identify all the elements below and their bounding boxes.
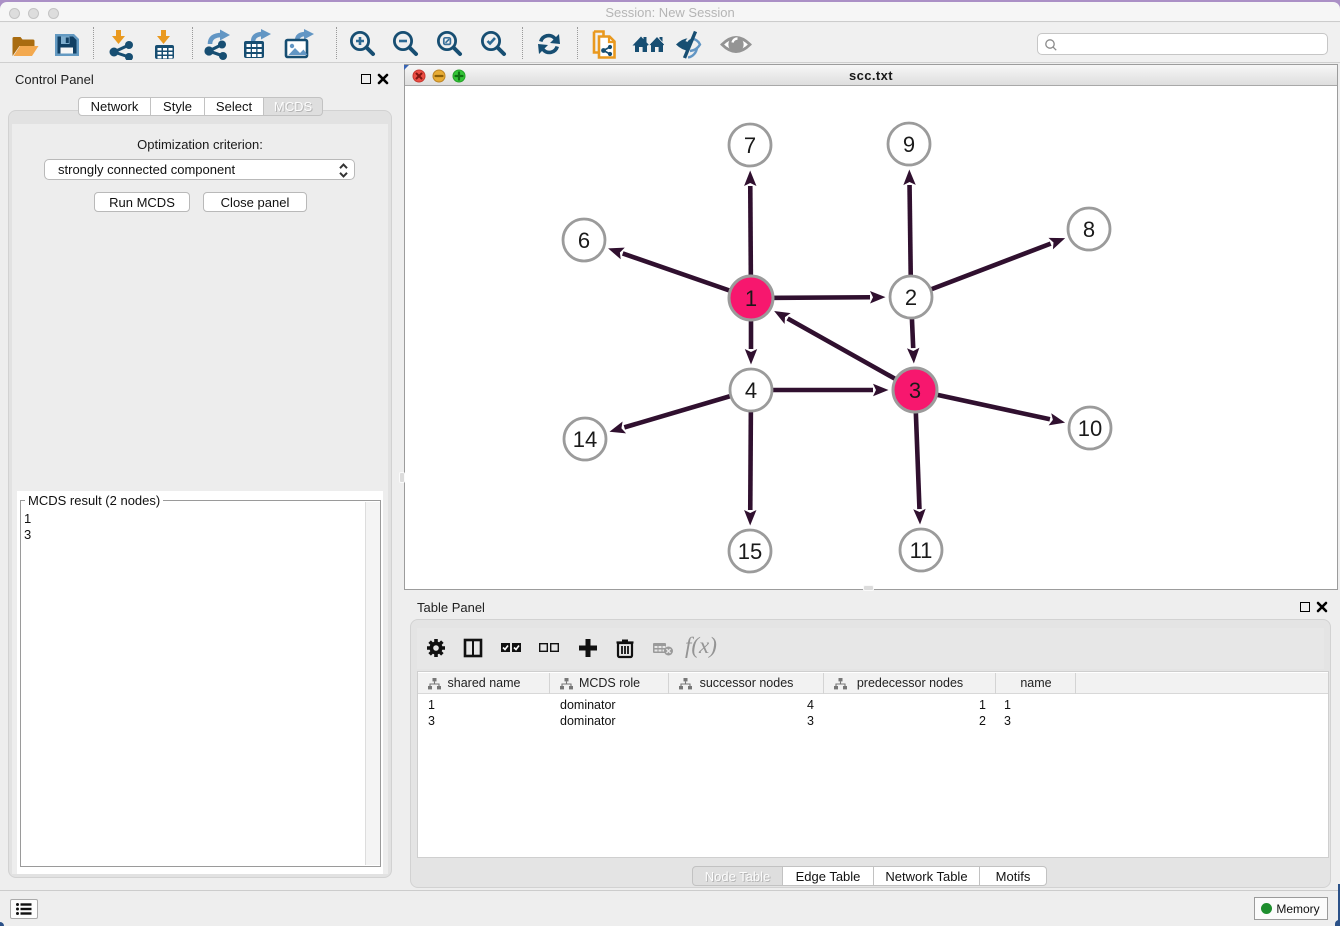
svg-text:8: 8 (1083, 217, 1095, 242)
svg-text:9: 9 (903, 132, 915, 157)
svg-text:14: 14 (573, 427, 597, 452)
svg-text:3: 3 (909, 378, 921, 403)
svg-text:4: 4 (745, 378, 757, 403)
svg-text:11: 11 (910, 538, 933, 563)
svg-text:10: 10 (1078, 416, 1102, 441)
svg-text:1: 1 (745, 286, 757, 311)
svg-text:7: 7 (744, 133, 756, 158)
svg-text:6: 6 (578, 228, 590, 253)
svg-text:15: 15 (738, 539, 762, 564)
svg-text:2: 2 (905, 285, 917, 310)
